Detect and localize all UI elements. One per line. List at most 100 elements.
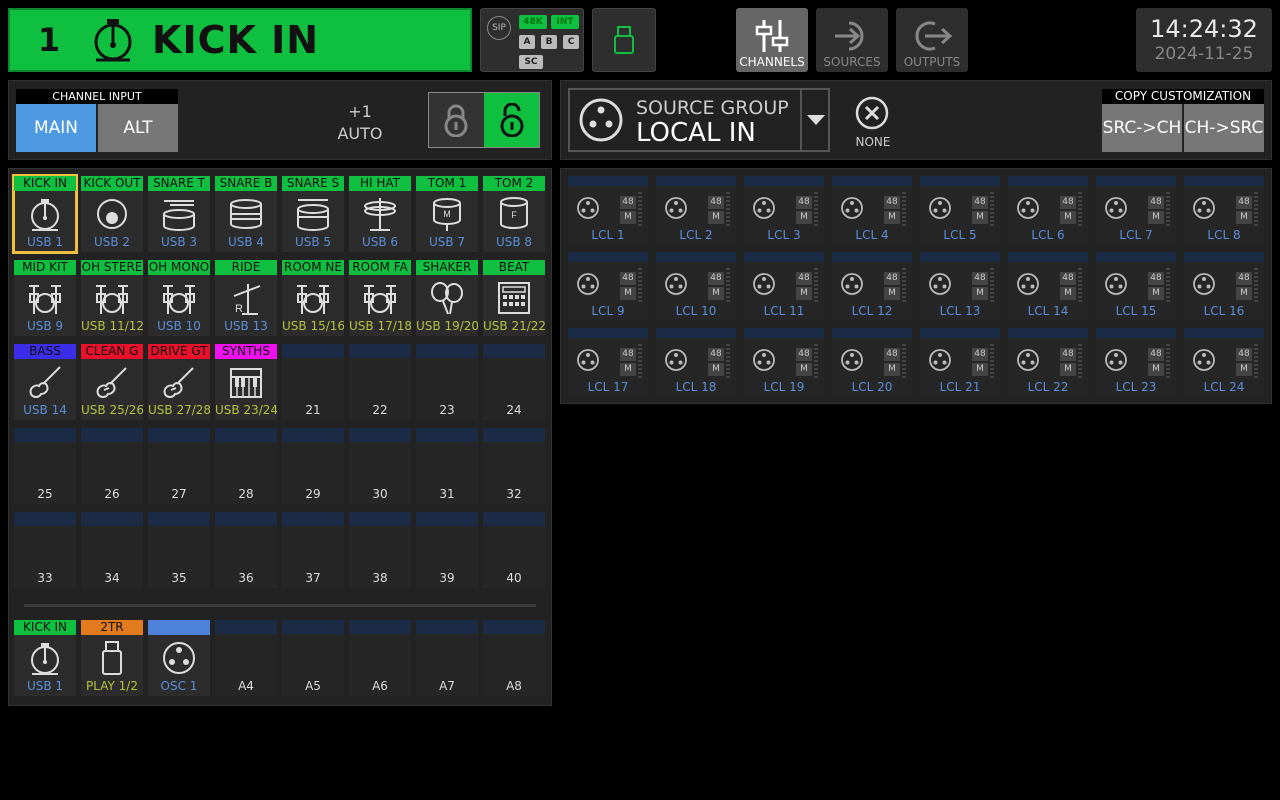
channel-tile[interactable]: SYNTHS USB 23/24 [215,344,277,420]
tab-outputs[interactable]: OUTPUTS [896,8,968,72]
channel-tile[interactable]: ROOM FA USB 17/18 [349,260,411,336]
source-tile[interactable]: 48 M LCL 1 [568,176,648,244]
mute-badge: M [972,211,988,224]
channel-tile-name: KICK OUT [81,176,143,191]
level-meter [638,268,642,304]
channel-tile[interactable]: CLEAN G USB 25/26 [81,344,143,420]
channel-tile-empty[interactable]: 21 [282,344,344,420]
channel-tile-empty[interactable]: A4 [215,620,277,696]
channel-tile[interactable]: TOM 2 F USB 8 [483,176,545,252]
source-tile[interactable]: 48 M LCL 22 [1008,328,1088,396]
source-tile[interactable]: 48 M LCL 13 [920,252,1000,320]
channel-tile-empty[interactable]: 26 [81,428,143,504]
channel-tile-number: 36 [238,571,254,585]
channel-tile[interactable]: SHAKER USB 19/20 [416,260,478,336]
source-tile[interactable]: 48 M LCL 23 [1096,328,1176,396]
sip-status[interactable]: SIP 48K INT A B C SC [480,8,584,72]
channel-tile[interactable]: DRIVE GT USB 27/28 [148,344,210,420]
channel-tile-empty[interactable]: 27 [148,428,210,504]
source-tile[interactable]: 48 M LCL 5 [920,176,1000,244]
source-tile[interactable]: 48 M LCL 14 [1008,252,1088,320]
close-circle-icon[interactable] [855,96,889,130]
channel-tile[interactable]: TOM 1 M USB 7 [416,176,478,252]
channel-tile-empty[interactable]: 32 [483,428,545,504]
channel-tile[interactable]: SNARE T USB 3 [148,176,210,252]
channel-tile-empty[interactable]: 37 [282,512,344,588]
source-tile[interactable]: 48 M LCL 17 [568,328,648,396]
channel-tile[interactable]: MID KIT USB 9 [14,260,76,336]
source-tile[interactable]: 48 M LCL 4 [832,176,912,244]
source-tile[interactable]: 48 M LCL 9 [568,252,648,320]
alt-input-button[interactable]: ALT [98,104,178,152]
channel-tile[interactable]: OSC 1 [148,620,210,696]
ch-to-src-button[interactable]: CH->SRC [1184,104,1264,152]
channel-tile-empty[interactable]: 38 [349,512,411,588]
channel-tile-empty[interactable]: A7 [416,620,478,696]
usb-drive-button[interactable] [592,8,656,72]
source-tile[interactable]: 48 M LCL 7 [1096,176,1176,244]
channel-tile[interactable]: HI HAT USB 6 [349,176,411,252]
channel-tile-empty[interactable]: 31 [416,428,478,504]
source-tile[interactable]: 48 M LCL 3 [744,176,824,244]
lock-button[interactable] [429,93,483,147]
source-group-selector[interactable]: SOURCE GROUP LOCAL IN [568,88,830,152]
channel-tile[interactable]: RIDE R USB 13 [215,260,277,336]
channel-tile-empty[interactable]: 22 [349,344,411,420]
channel-tile-empty[interactable]: 29 [282,428,344,504]
source-tile[interactable]: 48 M LCL 16 [1184,252,1264,320]
channel-header[interactable]: 1 KICK IN [8,8,472,72]
channel-tile[interactable]: OH STERE USB 11/12 [81,260,143,336]
source-tile[interactable]: 48 M LCL 20 [832,328,912,396]
source-group-dropdown[interactable] [800,90,830,150]
tab-channels[interactable]: CHANNELS [736,8,808,72]
source-tile[interactable]: 48 M LCL 19 [744,328,824,396]
channel-tile-empty[interactable]: 28 [215,428,277,504]
channel-tile-empty[interactable]: 30 [349,428,411,504]
source-tile[interactable]: 48 M LCL 2 [656,176,736,244]
source-tile-label: LCL 4 [855,228,889,242]
main-input-button[interactable]: MAIN [16,104,96,152]
channel-tile-empty[interactable]: 25 [14,428,76,504]
channel-tile[interactable]: KICK IN USB 1 [14,620,76,696]
channel-tile-empty[interactable]: 34 [81,512,143,588]
channel-tile-empty[interactable]: 35 [148,512,210,588]
channel-tile[interactable]: SNARE S USB 5 [282,176,344,252]
source-tile[interactable]: 48 M LCL 12 [832,252,912,320]
channel-tile[interactable]: KICK OUT USB 2 [81,176,143,252]
source-tile-label: LCL 15 [1115,304,1157,318]
src-to-ch-button[interactable]: SRC->CH [1102,104,1182,152]
source-tile[interactable]: 48 M LCL 18 [656,328,736,396]
source-tile[interactable]: 48 M LCL 21 [920,328,1000,396]
drumkit-icon [364,285,396,314]
channel-tile-empty[interactable]: 23 [416,344,478,420]
unlock-button[interactable] [484,93,539,147]
channel-tile[interactable]: KICK IN USB 1 [12,174,78,254]
level-meter [902,192,906,228]
channel-tile[interactable]: BEAT USB 21/22 [483,260,545,336]
channel-tile-empty[interactable]: 39 [416,512,478,588]
source-tile[interactable]: 48 M LCL 15 [1096,252,1176,320]
channel-tile-empty[interactable]: A8 [483,620,545,696]
source-tile[interactable]: 48 M LCL 10 [656,252,736,320]
channel-tile-number: 34 [104,571,120,585]
source-tile[interactable]: 48 M LCL 24 [1184,328,1264,396]
channel-tile[interactable]: 2TR PLAY 1/2 [81,620,143,696]
channel-tile[interactable]: BASS USB 14 [14,344,76,420]
channel-tile-empty[interactable]: 40 [483,512,545,588]
channel-tile-number: 30 [372,487,388,501]
mute-badge: M [708,363,724,376]
channel-tile-empty[interactable]: A6 [349,620,411,696]
channel-tile[interactable]: OH MONO USB 10 [148,260,210,336]
channel-tile-empty[interactable]: 33 [14,512,76,588]
source-tile[interactable]: 48 M LCL 11 [744,252,824,320]
channel-tile-empty[interactable]: 24 [483,344,545,420]
source-tile[interactable]: 48 M LCL 8 [1184,176,1264,244]
channel-tile[interactable]: SNARE B USB 4 [215,176,277,252]
channel-tile-empty[interactable]: 36 [215,512,277,588]
svg-text:M: M [443,209,451,219]
channel-tile[interactable]: ROOM NE USB 15/16 [282,260,344,336]
channel-tile-empty[interactable]: A5 [282,620,344,696]
source-tile[interactable]: 48 M LCL 6 [1008,176,1088,244]
xlr-icon [841,349,863,371]
tab-sources[interactable]: SOURCES [816,8,888,72]
